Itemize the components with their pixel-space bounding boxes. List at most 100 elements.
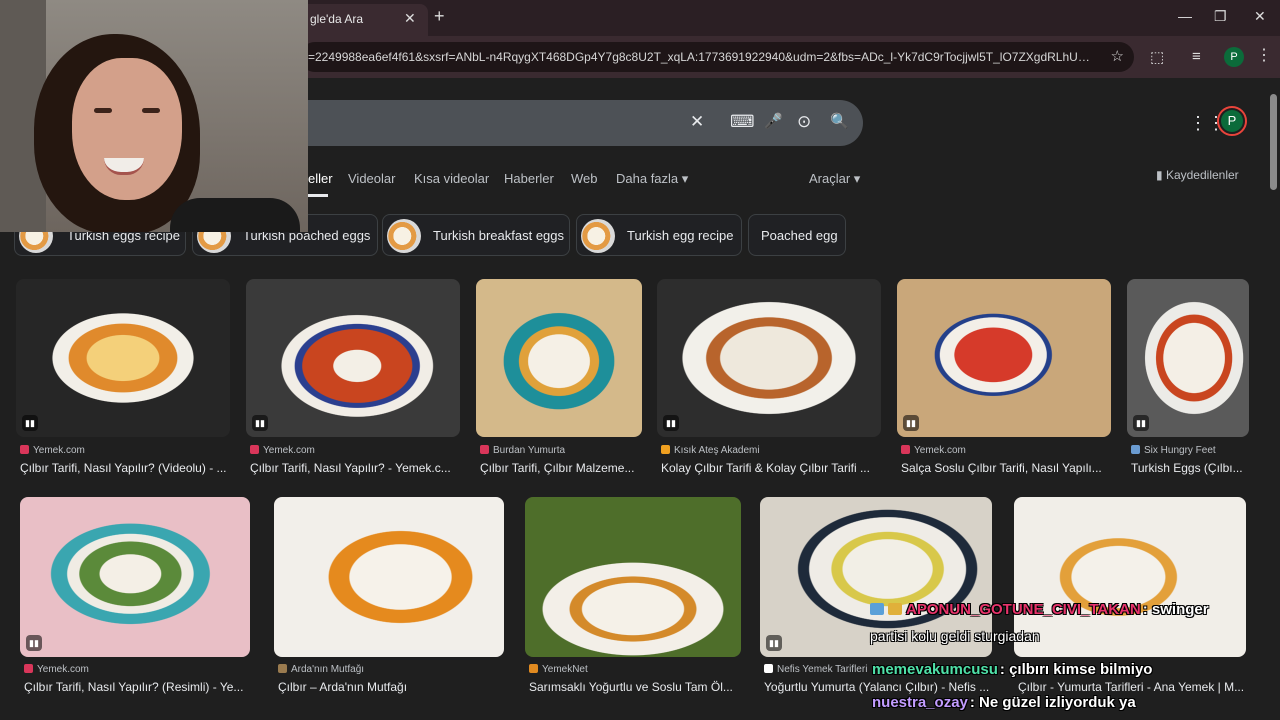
result-source[interactable]: Nefis Yemek Tarifleri xyxy=(764,664,867,675)
food-thumbnail[interactable]: ▮▮ xyxy=(1127,279,1249,437)
food-thumbnail[interactable] xyxy=(274,497,504,657)
chat-message: partisi kolu geldi sturgiadan xyxy=(870,628,1040,644)
result-title[interactable]: Çılbır Tarifi, Nasıl Yapılır? - Yemek.c.… xyxy=(250,461,464,475)
minimize-button[interactable]: — xyxy=(1178,8,1192,24)
result-title[interactable]: Çılbır Tarifi, Nasıl Yapılır? (Resimli) … xyxy=(24,680,250,694)
source-name: YemekNet xyxy=(542,664,588,675)
active-tab[interactable]: gle'da Ara ✕ xyxy=(300,4,428,36)
result-title[interactable]: Çılbır Tarifi, Nasıl Yapılır? (Videolu) … xyxy=(20,461,234,475)
source-favicon xyxy=(250,445,259,454)
search-icon[interactable]: 🔍 xyxy=(830,112,849,130)
chrome-menu-icon[interactable]: ⋮ xyxy=(1256,45,1272,65)
food-thumbnail[interactable]: ▮▮ xyxy=(897,279,1111,437)
source-favicon xyxy=(480,445,489,454)
close-window-button[interactable]: ✕ xyxy=(1254,8,1266,25)
chat-message: memevakumcusu: çılbırı kimse bilmiyo xyxy=(872,661,1152,678)
streamer-eye xyxy=(142,108,160,113)
food-thumbnail[interactable]: ▮▮ xyxy=(20,497,250,657)
source-name: Yemek.com xyxy=(37,664,89,675)
video-badge-icon: ▮▮ xyxy=(22,415,38,431)
lens-icon[interactable]: ⊙ xyxy=(797,112,811,132)
source-name: Burdan Yumurta xyxy=(493,445,566,456)
source-favicon xyxy=(278,664,287,673)
source-favicon xyxy=(901,445,910,454)
page-scrollbar[interactable] xyxy=(1270,94,1277,190)
result-source[interactable]: Yemek.com xyxy=(250,445,315,456)
source-favicon xyxy=(20,445,29,454)
chat-badge-icon xyxy=(870,603,884,615)
tab-close-icon[interactable]: ✕ xyxy=(404,10,416,27)
tab-short-videos[interactable]: Kısa videolar xyxy=(414,171,489,186)
result-source[interactable]: Yemek.com xyxy=(24,664,89,675)
tab-web[interactable]: Web xyxy=(571,171,598,186)
food-thumbnail[interactable] xyxy=(525,497,741,657)
food-thumbnail[interactable] xyxy=(476,279,642,437)
bookmark-star-icon[interactable]: ☆ xyxy=(1111,47,1124,65)
image-result[interactable]: Arda'nın Mutfağı Çılbır – Arda'nın Mutfa… xyxy=(274,497,504,697)
result-title[interactable]: Çılbır - Yumurta Tarifleri - Ana Yemek |… xyxy=(1018,680,1246,694)
chat-text: partisi kolu geldi sturgiadan xyxy=(870,628,1040,644)
tab-images[interactable]: eller xyxy=(308,171,333,186)
clear-search-icon[interactable]: ✕ xyxy=(690,112,704,132)
saved-button[interactable]: ▮ Kaydedilenler xyxy=(1156,168,1239,182)
saved-label: Kaydedilenler xyxy=(1165,168,1239,182)
food-thumbnail[interactable] xyxy=(1014,497,1246,657)
image-result[interactable]: Burdan Yumurta Çılbır Tarifi, Çılbır Mal… xyxy=(476,279,642,479)
image-result[interactable]: ▮▮ Yemek.com Çılbır Tarifi, Nasıl Yapılı… xyxy=(16,279,230,479)
video-badge-icon: ▮▮ xyxy=(252,415,268,431)
food-thumbnail[interactable]: ▮▮ xyxy=(246,279,460,437)
chip-turkish-breakfast-eggs[interactable]: Turkish breakfast eggs xyxy=(382,214,570,256)
image-result[interactable]: ▮▮ Yemek.com Çılbır Tarifi, Nasıl Yapılı… xyxy=(20,497,250,697)
result-title[interactable]: Çılbır Tarifi, Çılbır Malzeme... xyxy=(480,461,646,475)
result-source[interactable]: Yemek.com xyxy=(901,445,966,456)
tab-news[interactable]: Haberler xyxy=(504,171,554,186)
image-result[interactable]: ▮▮ Kısık Ateş Akademi Kolay Çılbır Tarif… xyxy=(657,279,881,479)
mic-icon[interactable]: 🎤 xyxy=(764,112,783,130)
food-thumbnail[interactable]: ▮▮ xyxy=(16,279,230,437)
result-source[interactable]: Yemek.com xyxy=(20,445,85,456)
result-source[interactable]: Burdan Yumurta xyxy=(480,445,565,456)
result-title[interactable]: Turkish Eggs (Çılbı... xyxy=(1131,461,1249,475)
result-title[interactable]: Kolay Çılbır Tarifi & Kolay Çılbır Tarif… xyxy=(661,461,885,475)
new-tab-button[interactable]: + xyxy=(434,6,445,27)
result-title[interactable]: Salça Soslu Çılbır Tarifi, Nasıl Yapılı.… xyxy=(901,461,1115,475)
chip-thumbnail xyxy=(581,219,615,253)
streamer-face xyxy=(72,58,182,200)
image-result[interactable]: ▮▮ Yemek.com Salça Soslu Çılbır Tarifi, … xyxy=(897,279,1111,479)
food-thumbnail[interactable]: ▮▮ xyxy=(657,279,881,437)
result-title[interactable]: Çılbır – Arda'nın Mutfağı xyxy=(278,680,504,694)
result-source[interactable]: YemekNet xyxy=(529,664,588,675)
search-input[interactable]: ✕ ⌨ 🎤 ⊙ 🔍 xyxy=(300,100,863,146)
tab-videos[interactable]: Videolar xyxy=(348,171,395,186)
media-controls-icon[interactable]: ≡ xyxy=(1192,48,1201,65)
chip-thumbnail xyxy=(387,219,421,253)
chip-turkish-egg-recipe[interactable]: Turkish egg recipe xyxy=(576,214,742,256)
chat-username: APONUN_GOTUNE_CIVI_TAKAN xyxy=(906,601,1141,618)
omnibox[interactable]: =2249988ea6ef4f61&sxsrf=ANbL-n4RqygXT468… xyxy=(300,42,1134,72)
image-result[interactable]: ▮▮ Six Hungry Feet Turkish Eggs (Çılbı..… xyxy=(1127,279,1249,479)
source-name: Arda'nın Mutfağı xyxy=(291,664,365,675)
source-favicon xyxy=(529,664,538,673)
chat-badge-icon xyxy=(888,603,902,615)
webcam-overlay xyxy=(0,0,308,232)
chat-text: : çılbırı kimse bilmiyo xyxy=(999,661,1153,678)
extensions-icon[interactable]: ⬚ xyxy=(1150,48,1164,66)
result-title[interactable]: Sarımsaklı Yoğurtlu ve Soslu Tam Öl... xyxy=(529,680,741,694)
result-source[interactable]: Kısık Ateş Akademi xyxy=(661,445,760,456)
video-badge-icon: ▮▮ xyxy=(663,415,679,431)
maximize-button[interactable]: ❐ xyxy=(1214,8,1227,25)
image-result[interactable]: ▮▮ Yemek.com Çılbır Tarifi, Nasıl Yapılı… xyxy=(246,279,460,479)
result-title[interactable]: Yoğurtlu Yumurta (Yalancı Çılbır) - Nefi… xyxy=(764,680,992,694)
chip-poached-egg[interactable]: Poached egg xyxy=(748,214,846,256)
tab-more[interactable]: Daha fazla ▾ xyxy=(616,171,688,187)
keyboard-icon[interactable]: ⌨ xyxy=(730,112,755,132)
result-source[interactable]: Arda'nın Mutfağı xyxy=(278,664,364,675)
url-text[interactable]: =2249988ea6ef4f61&sxsrf=ANbL-n4RqygXT468… xyxy=(308,50,1098,64)
result-source[interactable]: Six Hungry Feet xyxy=(1131,445,1216,456)
google-account-avatar[interactable]: P xyxy=(1217,106,1247,136)
google-account-initial: P xyxy=(1221,110,1243,132)
video-badge-icon: ▮▮ xyxy=(1133,415,1149,431)
chrome-profile-avatar[interactable]: P xyxy=(1224,47,1244,67)
tools-button[interactable]: Araçlar ▾ xyxy=(809,171,860,187)
image-result[interactable]: YemekNet Sarımsaklı Yoğurtlu ve Soslu Ta… xyxy=(525,497,741,697)
